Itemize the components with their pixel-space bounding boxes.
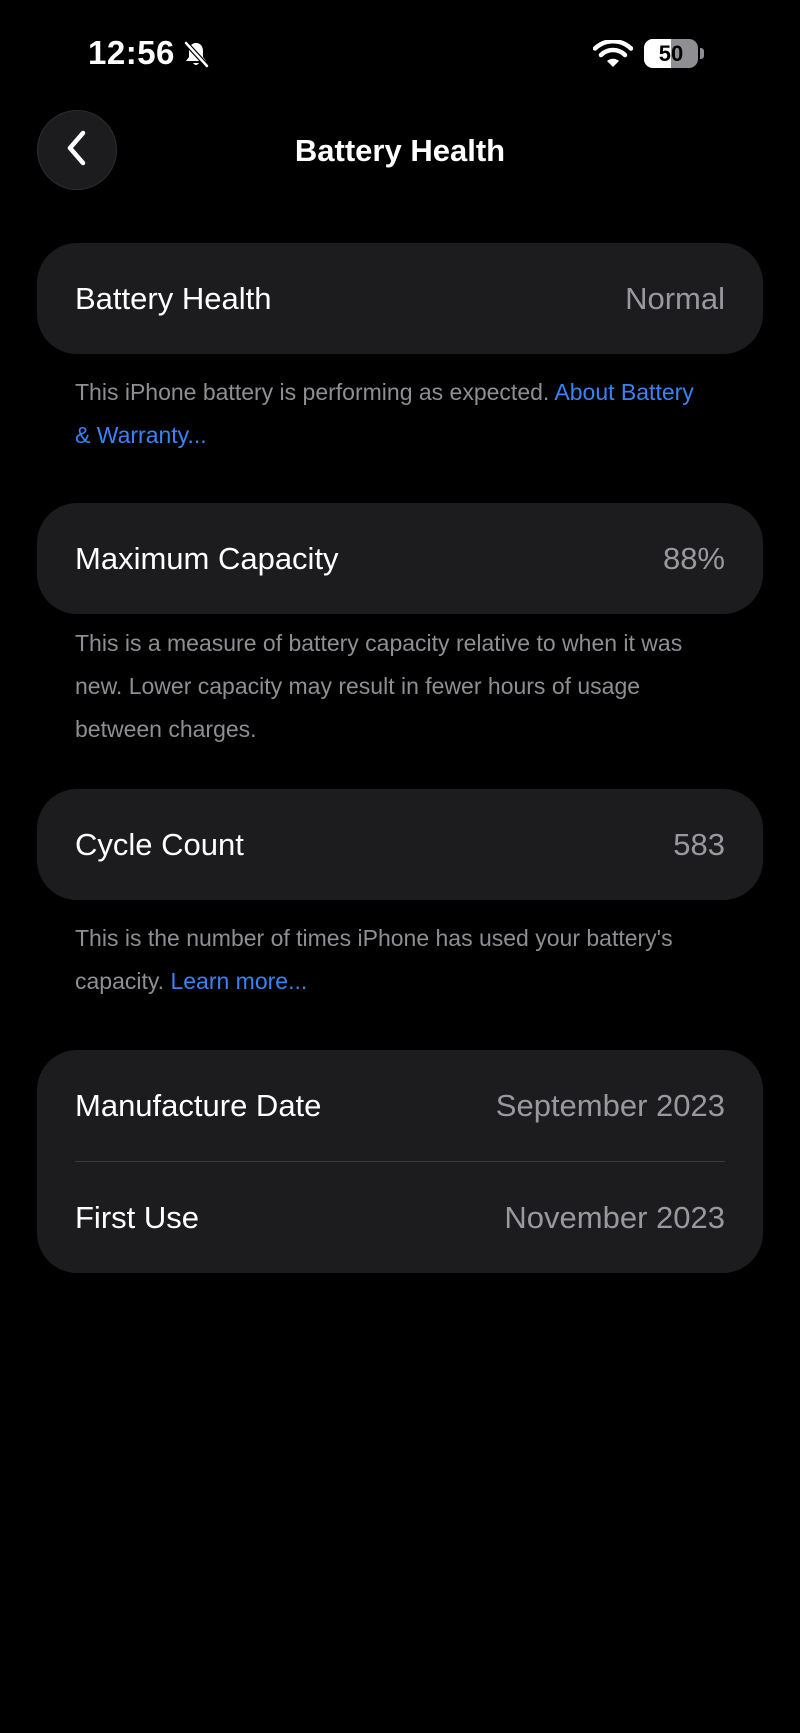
battery-health-row: Battery Health Normal: [37, 243, 763, 354]
status-bar: 12:56 50: [0, 0, 800, 110]
manufacture-date-value: September 2023: [495, 1087, 725, 1123]
wifi-icon: [592, 39, 634, 70]
status-time: 12:56: [88, 34, 175, 71]
cycle-count-footnote: This is the number of times iPhone has u…: [75, 917, 715, 1003]
cycle-count-card: Cycle Count 583: [37, 789, 763, 900]
battery-level: 50: [658, 41, 684, 66]
learn-more-link[interactable]: Learn more...: [170, 968, 307, 994]
bell-slash-icon: [181, 39, 211, 69]
first-use-value: November 2023: [504, 1199, 725, 1235]
cycle-count-value: 583: [673, 826, 725, 862]
first-use-label: First Use: [75, 1199, 199, 1235]
maximum-capacity-value: 88%: [662, 540, 725, 576]
maximum-capacity-row: Maximum Capacity 88%: [37, 503, 763, 614]
battery-health-description: This iPhone battery is performing as exp…: [75, 379, 550, 405]
manufacture-date-row: Manufacture Date September 2023: [37, 1050, 763, 1161]
manufacture-date-label: Manufacture Date: [75, 1087, 322, 1123]
page-title: Battery Health: [294, 133, 506, 168]
maximum-capacity-footnote: This is a measure of battery capacity re…: [75, 630, 683, 742]
battery-icon: 50: [644, 39, 704, 69]
battery-health-value: Normal: [625, 280, 725, 316]
battery-health-footnote: This iPhone battery is performing as exp…: [75, 371, 715, 457]
cycle-count-description: This is the number of times iPhone has u…: [75, 925, 673, 994]
cycle-count-label: Cycle Count: [75, 826, 244, 862]
maximum-capacity-label: Maximum Capacity: [75, 540, 339, 576]
cycle-count-row: Cycle Count 583: [37, 789, 763, 900]
dates-card: Manufacture Date September 2023 First Us…: [37, 1050, 763, 1273]
maximum-capacity-card: Maximum Capacity 88%: [37, 503, 763, 614]
battery-health-card: Battery Health Normal: [37, 243, 763, 354]
battery-health-label: Battery Health: [75, 280, 272, 316]
first-use-row: First Use November 2023: [37, 1162, 763, 1273]
